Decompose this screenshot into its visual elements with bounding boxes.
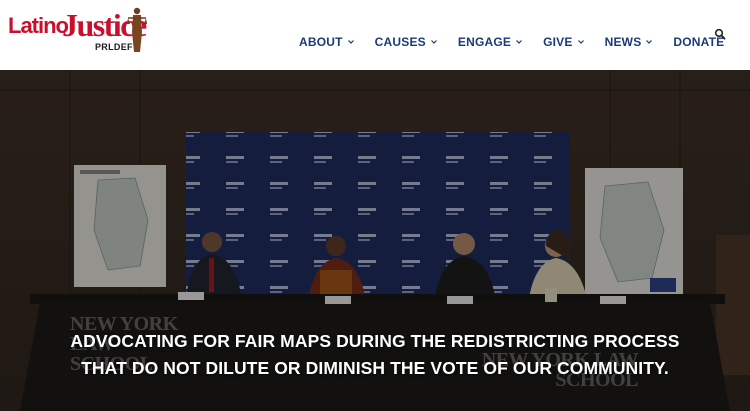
main-nav: ABOUT CAUSES ENGAGE GIVE NEWS DONATE bbox=[299, 33, 724, 51]
nav-item-causes[interactable]: CAUSES bbox=[375, 35, 438, 49]
nav-item-label: ABOUT bbox=[299, 35, 343, 49]
headline-line-2: THAT DO NOT DILUTE OR DIMINISH THE VOTE … bbox=[81, 358, 669, 378]
chevron-down-icon bbox=[430, 40, 437, 44]
site-header: Latino Justice PRLDEF ABOUT CAUSES ENGAG… bbox=[0, 0, 750, 70]
chevron-down-icon bbox=[347, 40, 354, 44]
nav-item-label: ENGAGE bbox=[457, 35, 512, 49]
latinojustice-logo[interactable]: Latino Justice PRLDEF bbox=[8, 6, 148, 58]
chevron-down-icon bbox=[646, 40, 653, 44]
chevron-down-icon bbox=[577, 40, 584, 44]
hero-banner: NEW YORK LAW SCHOOL NEW YORK LAW SCHOOL … bbox=[0, 70, 750, 411]
headline-line-1: ADVOCATING FOR FAIR MAPS DURING THE REDI… bbox=[70, 331, 680, 351]
hero-headline: ADVOCATING FOR FAIR MAPS DURING THE REDI… bbox=[0, 328, 750, 382]
nav-item-about[interactable]: ABOUT bbox=[299, 35, 355, 49]
chevron-down-icon bbox=[516, 40, 523, 44]
nav-item-give[interactable]: GIVE bbox=[543, 35, 584, 49]
nav-item-label: GIVE bbox=[543, 35, 573, 49]
nav-item-label: CAUSES bbox=[374, 35, 426, 49]
search-icon[interactable] bbox=[714, 28, 726, 40]
lady-justice-icon bbox=[127, 7, 147, 52]
logo-latino-text: Latino bbox=[8, 13, 69, 38]
nav-item-news[interactable]: NEWS bbox=[605, 35, 654, 49]
nav-item-engage[interactable]: ENGAGE bbox=[458, 35, 523, 49]
nav-item-label: NEWS bbox=[604, 35, 642, 49]
